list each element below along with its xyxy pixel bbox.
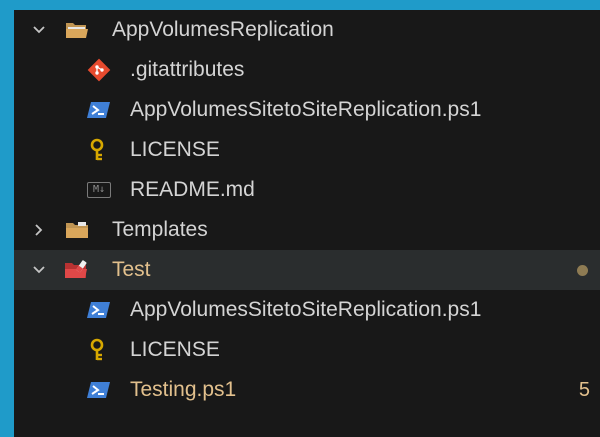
markdown-icon: M↓ [86,177,112,203]
tree-item-label: AppVolumesReplication [112,18,334,41]
tree-item-label: LICENSE [130,138,220,161]
folder-icon [64,217,90,243]
tree-item-ps1-file[interactable]: AppVolumesSitetoSiteReplication.ps1 [14,90,600,130]
powershell-icon [86,297,112,323]
tree-item-appvolumesreplication-folder[interactable]: AppVolumesReplication [14,10,600,50]
tree-item-testing-ps1[interactable]: Testing.ps1 5 [14,370,600,410]
tree-item-gitattributes[interactable]: .gitattributes [14,50,600,90]
license-key-icon [86,137,112,163]
folder-open-icon [64,17,90,43]
tree-item-templates-folder[interactable]: Templates [14,210,600,250]
tree-item-label: .gitattributes [130,58,245,81]
tree-item-ps1-file[interactable]: AppVolumesSitetoSiteReplication.ps1 [14,290,600,330]
test-folder-icon [64,257,90,283]
tree-item-label: Test [112,258,151,281]
problem-count-badge: 5 [578,378,590,401]
tree-item-label: AppVolumesSitetoSiteReplication.ps1 [130,98,482,121]
tree-item-label: README.md [130,178,255,201]
modified-dot-icon [577,264,588,276]
license-key-icon [86,337,112,363]
tree-item-label: LICENSE [130,338,220,361]
tree-item-label: Testing.ps1 [130,378,237,401]
tree-item-license[interactable]: LICENSE [14,130,600,170]
file-explorer: AppVolumesReplication .gitattributes App… [14,10,600,437]
chevron-right-icon[interactable] [28,219,50,241]
powershell-icon [86,97,112,123]
tree-item-license[interactable]: LICENSE [14,330,600,370]
markdown-icon-text: M↓ [87,182,111,198]
tree-item-label: AppVolumesSitetoSiteReplication.ps1 [130,298,482,321]
tree-item-readme[interactable]: M↓ README.md [14,170,600,210]
powershell-icon [86,377,112,403]
chevron-down-icon[interactable] [28,259,50,281]
tree-item-label: Templates [112,218,208,241]
tree-item-test-folder[interactable]: Test [14,250,600,290]
chevron-down-icon[interactable] [28,19,50,41]
git-icon [86,57,112,83]
